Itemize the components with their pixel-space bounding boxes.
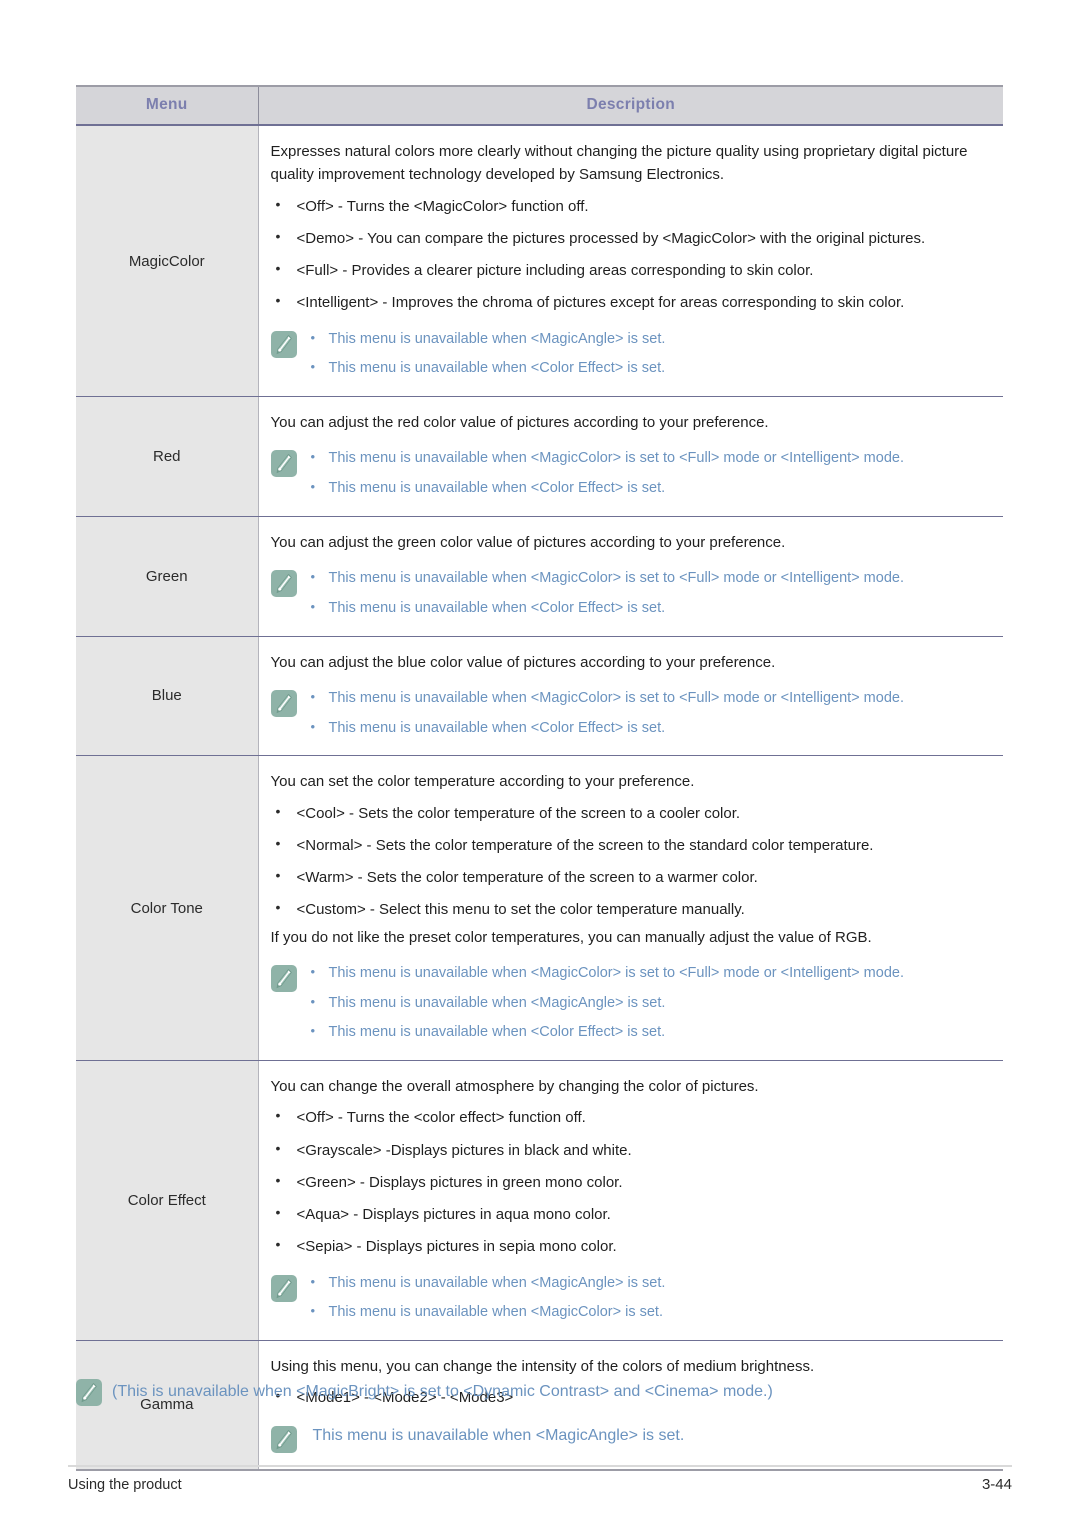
note-pencil-icon bbox=[76, 1379, 102, 1406]
description-cell: You can adjust the green color value of … bbox=[258, 516, 1003, 637]
option-list-item: <Off> - Turns the <color effect> functio… bbox=[271, 1105, 992, 1129]
option-list-item: <Custom> - Select this menu to set the c… bbox=[271, 897, 992, 921]
description-paragraph: Using this menu, you can change the inte… bbox=[270, 1358, 815, 1375]
option-list: <Cool> - Sets the color temperature of t… bbox=[271, 800, 992, 922]
note-block: This menu is unavailable when <MagicColo… bbox=[270, 447, 992, 500]
note-block: This menu is unavailable when <MagicColo… bbox=[270, 687, 992, 740]
note-block: This menu is unavailable when <MagicColo… bbox=[270, 567, 992, 620]
table-row: Color Effect You can change the overall a… bbox=[76, 1060, 1003, 1341]
table-footnote: (This is unavailable when <MagicBright> … bbox=[76, 1378, 976, 1406]
description-cell: You can set the color temperature accord… bbox=[258, 755, 1003, 1061]
note-list: This menu is unavailable when <MagicColo… bbox=[307, 687, 992, 740]
note-list-item: This menu is unavailable when <MagicColo… bbox=[307, 1301, 992, 1324]
table-header: Menu Description bbox=[76, 85, 1003, 126]
note-list: This menu is unavailable when <MagicAngl… bbox=[307, 1272, 992, 1325]
page-footer: Using the product 3-44 bbox=[68, 1465, 1012, 1493]
option-list-item: <Grayscale> -Displays pictures in black … bbox=[271, 1137, 992, 1162]
note-list-item: This menu is unavailable when <Color Eff… bbox=[307, 597, 992, 620]
option-list-item: <Demo> - You can compare the pictures pr… bbox=[271, 226, 992, 250]
table-row: MagicColor Expresses natural colors more … bbox=[76, 125, 1003, 397]
menu-name-cell: MagicColor bbox=[76, 125, 259, 397]
description-cell: You can adjust the blue color value of p… bbox=[258, 636, 1003, 757]
menu-name-cell: Color Effect bbox=[76, 1060, 259, 1341]
note-list-item: This menu is unavailable when <Color Eff… bbox=[307, 357, 992, 380]
menu-name-cell: Green bbox=[76, 516, 259, 637]
note-list-item: This menu is unavailable when <MagicAngl… bbox=[307, 328, 992, 351]
option-list-item: <Intelligent> - Improves the chroma of p… bbox=[271, 290, 992, 314]
note-block: This menu is unavailable when <MagicAngl… bbox=[270, 328, 992, 381]
menu-name-cell: Color Tone bbox=[76, 755, 259, 1061]
note-pencil-icon bbox=[270, 964, 297, 992]
option-list-item: <Cool> - Sets the color temperature of t… bbox=[271, 800, 992, 825]
description-cell: Expresses natural colors more clearly wi… bbox=[258, 125, 1003, 397]
note-pencil-icon bbox=[270, 1274, 297, 1302]
note-pencil-icon bbox=[270, 689, 297, 717]
table-row: Blue You can adjust the blue color value … bbox=[76, 636, 1003, 757]
description-cell: You can adjust the red color value of pi… bbox=[258, 396, 1003, 517]
option-list-item: <Warm> - Sets the color temperature of t… bbox=[271, 865, 992, 889]
option-list-item: <Green> - Displays pictures in green mon… bbox=[271, 1170, 992, 1194]
option-list-item: <Full> - Provides a clearer picture incl… bbox=[271, 258, 992, 282]
option-list-item: <Off> - Turns the <MagicColor> function … bbox=[271, 193, 992, 218]
description-paragraph: You can set the color temperature accord… bbox=[270, 773, 695, 791]
option-list-item: <Normal> - Sets the color temperature of… bbox=[271, 833, 992, 857]
note-pencil-icon bbox=[270, 570, 297, 597]
note-list-item: This menu is unavailable when <MagicColo… bbox=[307, 687, 992, 710]
description-paragraph: You can change the overall atmosphere by… bbox=[270, 1078, 759, 1095]
table-row: Color Tone You can set the color temperat… bbox=[76, 755, 1003, 1061]
note-list-item: This menu is unavailable when <MagicAngl… bbox=[307, 1272, 992, 1295]
description-paragraph: You can adjust the blue color value of p… bbox=[270, 653, 776, 671]
note-list-item: This menu is unavailable when <Color Eff… bbox=[307, 1021, 992, 1044]
table-body: MagicColor Expresses natural colors more … bbox=[76, 125, 1003, 1471]
option-list-item: <Sepia> - Displays pictures in sepia mon… bbox=[271, 1234, 992, 1258]
menu-name-cell: Blue bbox=[76, 636, 259, 757]
document-page: Menu Description MagicColor Expresses nat… bbox=[0, 0, 1080, 1527]
menu-name-cell: Red bbox=[76, 396, 259, 517]
note-list-item: This menu is unavailable when <MagicAngl… bbox=[307, 992, 992, 1015]
column-header-description: Description bbox=[258, 85, 1003, 126]
description-paragraph: Expresses natural colors more clearly wi… bbox=[270, 143, 968, 184]
note-list: This menu is unavailable when <MagicColo… bbox=[307, 962, 992, 1044]
option-list: <Off> - Turns the <MagicColor> function … bbox=[271, 193, 992, 315]
description-paragraph: You can adjust the red color value of pi… bbox=[270, 414, 769, 431]
note-list: This menu is unavailable when <MagicColo… bbox=[307, 447, 992, 500]
note-list: This menu is unavailable when <MagicAngl… bbox=[307, 1424, 992, 1448]
note-list-item: This menu is unavailable when <MagicColo… bbox=[307, 962, 992, 985]
note-list-item: This menu is unavailable when <Color Eff… bbox=[307, 717, 992, 740]
menu-description-table: Menu Description MagicColor Expresses nat… bbox=[76, 85, 1003, 1471]
description-paragraph: You can adjust the green color value of … bbox=[270, 533, 786, 551]
table-row: Green You can adjust the green color valu… bbox=[76, 516, 1003, 637]
note-pencil-icon bbox=[270, 330, 297, 358]
option-list: <Off> - Turns the <color effect> functio… bbox=[271, 1105, 992, 1258]
note-pencil-icon bbox=[270, 1425, 297, 1453]
column-header-menu: Menu bbox=[76, 85, 259, 126]
table-row: Red You can adjust the red color value of… bbox=[76, 396, 1003, 517]
note-list: This menu is unavailable when <MagicAngl… bbox=[307, 328, 992, 381]
note-list-item: This menu is unavailable when <MagicColo… bbox=[307, 567, 992, 590]
note-list: This menu is unavailable when <MagicColo… bbox=[307, 567, 992, 620]
description-cell: You can change the overall atmosphere by… bbox=[258, 1060, 1003, 1341]
option-list-item: <Aqua> - Displays pictures in aqua mono … bbox=[271, 1202, 992, 1226]
note-block: This menu is unavailable when <MagicColo… bbox=[270, 962, 992, 1044]
footer-page-number: 3-44 bbox=[981, 1476, 1012, 1493]
note-list-item: This menu is unavailable when <MagicAngl… bbox=[312, 1426, 685, 1444]
note-block: This menu is unavailable when <MagicAngl… bbox=[270, 1424, 992, 1453]
note-list-item: This menu is unavailable when <Color Eff… bbox=[307, 477, 992, 500]
note-block: This menu is unavailable when <MagicAngl… bbox=[270, 1272, 992, 1325]
table-header-row: Menu Description bbox=[76, 85, 1003, 126]
note-pencil-icon bbox=[270, 450, 297, 478]
footnote-text: (This is unavailable when <MagicBright> … bbox=[112, 1383, 773, 1400]
footer-section-label: Using the product bbox=[68, 1477, 182, 1493]
description-trailing-paragraph: If you do not like the preset color temp… bbox=[270, 928, 872, 946]
note-list-item: This menu is unavailable when <MagicColo… bbox=[307, 447, 992, 470]
